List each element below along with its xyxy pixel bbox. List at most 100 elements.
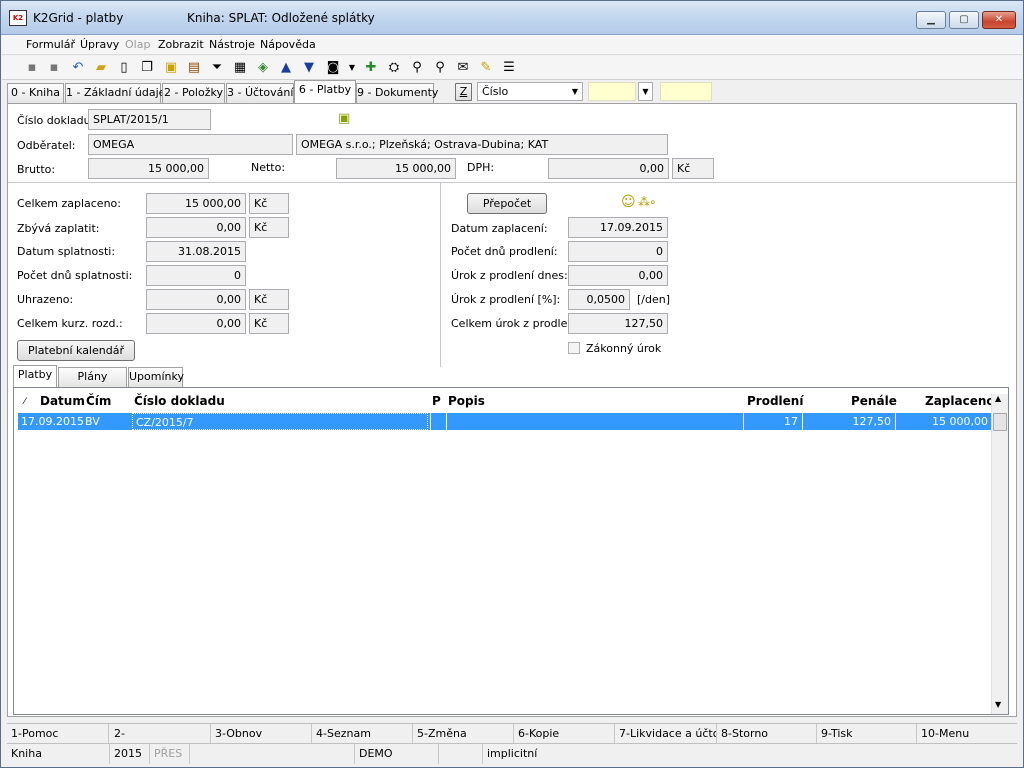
app-icon[interactable]: K2	[9, 10, 27, 26]
cislo-dokladu-label: Číslo dokladu:	[17, 114, 95, 127]
pocet-dnu-splatnosti-field[interactable]: 0	[146, 265, 246, 286]
smiley-icon[interactable]: ☺	[621, 194, 636, 210]
kurzove-rozdily-field[interactable]: 0,00	[146, 313, 246, 334]
tab-platby[interactable]: 6 - Platby	[294, 80, 356, 103]
fkey-pomoc[interactable]: 1-Pomoc	[7, 724, 109, 744]
filter-dropdown-button[interactable]: ▼	[638, 82, 653, 101]
layers-icon[interactable]: ◈	[255, 60, 271, 76]
save-all-icon[interactable]: ▪	[46, 60, 62, 76]
vertical-scrollbar[interactable]: ▲ ▼	[991, 394, 1008, 714]
kurzove-rozdily-currency[interactable]: Kč	[249, 313, 289, 334]
notes-icon[interactable]: ✎	[478, 60, 494, 76]
fkey-seznam[interactable]: 4-Seznam	[312, 724, 413, 744]
platebni-kalendar-button[interactable]: Platební kalendář	[17, 340, 135, 361]
function-key-bar: 1-Pomoc 2- 3-Obnov 4-Seznam 5-Změna 6-Ko…	[7, 723, 1017, 744]
subtab-upominky[interactable]: Upomínky	[128, 367, 184, 387]
zbyva-zaplatit-field[interactable]: 0,00	[146, 217, 246, 238]
datum-splatnosti-field[interactable]: 31.08.2015	[146, 241, 246, 262]
filter-value-input[interactable]	[588, 82, 636, 101]
tab-polozky[interactable]: 2 - Položky	[162, 83, 225, 103]
column-header-penale[interactable]: Penále	[851, 394, 897, 408]
tab-zakladni-udaje[interactable]: 1 - Základní údaje	[65, 83, 165, 103]
tab-uctovani[interactable]: 3 - Účtování	[226, 83, 294, 103]
scroll-down-icon[interactable]: ▼	[995, 700, 1001, 709]
uhrazeno-currency[interactable]: Kč	[249, 289, 289, 310]
fkey-tisk[interactable]: 9-Tisk	[817, 724, 917, 744]
celkem-zaplaceno-currency[interactable]: Kč	[249, 193, 289, 214]
fkey-menu[interactable]: 10-Menu	[917, 724, 1017, 744]
menu-nastroje[interactable]: Nástroje	[209, 38, 255, 51]
column-header-cim[interactable]: Čím	[86, 394, 111, 408]
sort-z-button[interactable]: Z	[455, 83, 472, 101]
fkey-kopie[interactable]: 6-Kopie	[514, 724, 615, 744]
dph-field[interactable]: 0,00	[548, 158, 669, 179]
menu-napoveda[interactable]: Nápověda	[260, 38, 316, 51]
brutto-field[interactable]: 15 000,00	[88, 158, 209, 179]
copy-icon[interactable]: ❐	[139, 60, 155, 76]
prepocet-button[interactable]: Přepočet	[467, 193, 547, 214]
menu-olap[interactable]: Olap	[125, 38, 150, 51]
find-next-icon[interactable]: ⚲	[409, 60, 425, 76]
save-icon[interactable]: ▪	[24, 60, 40, 76]
column-header-prodleni[interactable]: Prodlení	[747, 394, 803, 408]
open-folder-icon[interactable]: ▰	[93, 60, 109, 76]
binoculars-icon[interactable]: ⛭	[386, 60, 402, 76]
celkem-urok-field[interactable]: 127,50	[568, 313, 668, 334]
report-icon[interactable]: ▦	[232, 60, 248, 76]
filter-icon[interactable]: ⏷	[209, 60, 225, 76]
undo-icon[interactable]: ↶	[70, 60, 86, 76]
scroll-up-icon[interactable]: ▲	[995, 394, 1001, 403]
new-document-icon[interactable]: ▯	[116, 60, 132, 76]
fkey-zmena[interactable]: 5-Změna	[413, 724, 514, 744]
celkem-zaplaceno-field[interactable]: 15 000,00	[146, 193, 246, 214]
close-button[interactable]: ✕	[982, 11, 1016, 29]
fkey-likvidace[interactable]: 7-Likvidace a účtová	[615, 724, 717, 744]
currency-field[interactable]: Kč	[672, 158, 714, 179]
subtab-platby[interactable]: Platby	[13, 365, 57, 387]
menu-formular[interactable]: Formulář	[26, 38, 75, 51]
table-row[interactable]: 17.09.2015 BV CZ/2015/7 17 127,50 15 000…	[18, 413, 991, 430]
uhrazeno-field[interactable]: 0,00	[146, 289, 246, 310]
column-header-p[interactable]: P	[432, 394, 441, 408]
menu-zobrazit[interactable]: Zobrazit	[158, 38, 204, 51]
column-header-zaplaceno[interactable]: Zaplaceno	[925, 394, 995, 408]
sort-indicator-icon[interactable]: ⁄	[24, 397, 26, 407]
datum-zaplaceni-field[interactable]: 17.09.2015	[568, 217, 668, 238]
fkey-storno[interactable]: 8-Storno	[717, 724, 817, 744]
tools-icon[interactable]: ✚	[363, 60, 379, 76]
odberatel-name-field[interactable]: OMEGA s.r.o.; Plzeňská; Ostrava-Dubina; …	[296, 134, 668, 155]
cell-cislo-dokladu[interactable]: CZ/2015/7	[132, 413, 428, 430]
book-icon[interactable]: ▤	[186, 60, 202, 76]
pocet-dnu-prodleni-field[interactable]: 0	[568, 241, 668, 262]
urok-prodleni-dnes-field[interactable]: 0,00	[568, 265, 668, 286]
scroll-thumb[interactable]	[993, 413, 1007, 431]
arrow-down-icon[interactable]: ▼	[301, 60, 317, 76]
subtab-plany-plateb[interactable]: Plány plateb	[58, 367, 127, 401]
mail-icon[interactable]: ✉	[455, 60, 471, 76]
arrow-up-icon[interactable]: ▲	[278, 60, 294, 76]
camera-icon[interactable]: ◙	[325, 60, 341, 76]
menu-upravy[interactable]: Úpravy	[80, 38, 119, 51]
search-replace-icon[interactable]: ⚲	[432, 60, 448, 76]
fkey-2[interactable]: 2-	[110, 724, 211, 744]
tab-dokumenty[interactable]: 9 - Dokumenty	[356, 83, 438, 103]
minimize-button[interactable]: ▁	[916, 11, 946, 29]
sort-field-select[interactable]: Číslo ▼	[477, 82, 583, 101]
dropdown-arrow-icon[interactable]: ▼	[344, 60, 360, 76]
lock-icon[interactable]: ▣	[163, 60, 179, 76]
zbyva-zaplatit-currency[interactable]: Kč	[249, 217, 289, 238]
tab-kniha[interactable]: 0 - Kniha	[7, 83, 64, 103]
urok-prodleni-pct-field[interactable]: 0,0500	[568, 289, 630, 310]
netto-field[interactable]: 15 000,00	[336, 158, 456, 179]
column-header-popis[interactable]: Popis	[448, 394, 485, 408]
coins-icon[interactable]: ⁂∘	[638, 195, 656, 209]
cislo-dokladu-field[interactable]: SPLAT/2015/1	[88, 109, 211, 130]
column-header-datum[interactable]: Datum	[40, 394, 85, 408]
maximize-button[interactable]: ▢	[949, 11, 979, 29]
menu-lines-icon[interactable]: ☰	[501, 60, 517, 76]
fkey-obnov[interactable]: 3-Obnov	[211, 724, 312, 744]
zakonny-urok-checkbox[interactable]	[568, 342, 580, 354]
odberatel-code-field[interactable]: OMEGA	[88, 134, 293, 155]
column-header-cislo-dokladu[interactable]: Číslo dokladu	[134, 394, 225, 408]
filter-extra-input[interactable]	[660, 82, 712, 101]
